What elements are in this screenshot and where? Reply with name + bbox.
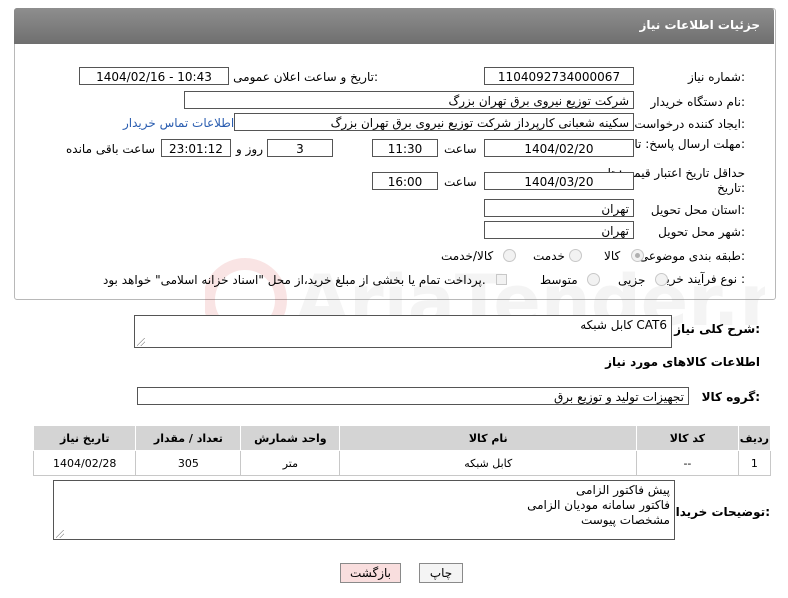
remaining-time-field: 23:01:12 [161, 139, 231, 157]
province-label: استان محل تحویل: [650, 203, 745, 217]
price-validity-date-field: 1404/03/20 [484, 172, 634, 190]
category-label: طبقه بندی موضوعی: [638, 249, 745, 263]
cell-row: 1 [737, 450, 772, 476]
reply-deadline-time-label: ساعت [444, 142, 477, 156]
goods-group-label: گروه کالا: [701, 390, 760, 404]
buyer-notes-label: توضیحات خریدار: [668, 505, 770, 519]
city-field: تهران [484, 221, 634, 239]
buyer-notes-line: فاکتور سامانه مودیان الزامی [527, 498, 670, 512]
description-text: کابل شبکه CAT6 [580, 318, 667, 332]
buyer-notes-line: مشخصات پیوست [580, 513, 670, 527]
reply-deadline-time-field: 11:30 [372, 139, 438, 157]
resize-grip-icon[interactable] [137, 338, 145, 346]
process-radio-medium[interactable] [587, 273, 600, 286]
panel-title: جزئیات اطلاعات نیاز [639, 18, 760, 32]
province-field: تهران [484, 199, 634, 217]
reply-deadline-date-field: 1404/02/20 [484, 139, 634, 157]
treasury-checkbox[interactable] [496, 274, 507, 285]
category-option-service: خدمت [533, 249, 565, 263]
process-option-medium: متوسط [540, 273, 578, 287]
cell-name: کابل شبکه [339, 450, 638, 476]
goods-table-header: ردیف کد کالا نام کالا واحد شمارش تعداد /… [32, 425, 772, 451]
city-label: شهر محل تحویل: [658, 225, 745, 239]
requester-field: سکینه شعبانی کارپرداز شرکت توزیع نیروی ب… [234, 113, 634, 131]
resize-grip-icon[interactable] [56, 530, 64, 538]
process-label: نوع فرآیند خرید : [660, 272, 745, 286]
buyer-org-field: شرکت توزیع نیروی برق تهران بزرگ [184, 91, 634, 109]
col-unit: واحد شمارش [240, 425, 341, 451]
price-validity-time-label: ساعت [444, 175, 477, 189]
need-number-field: 1104092734000067 [484, 67, 634, 85]
description-field: کابل شبکه CAT6 [134, 315, 672, 348]
announce-datetime-label: تاریخ و ساعت اعلان عمومی: [233, 70, 378, 84]
col-need-date: تاریخ نیاز [32, 425, 137, 451]
process-radio-minor[interactable] [655, 273, 668, 286]
announce-datetime-field: 1404/02/16 - 10:43 [79, 67, 229, 85]
col-row: ردیف [737, 425, 772, 451]
col-code: کد کالا [636, 425, 739, 451]
goods-table: ردیف کد کالا نام کالا واحد شمارش تعداد /… [32, 425, 772, 476]
category-radio-goods[interactable] [631, 249, 644, 262]
back-button[interactable]: بازگشت [340, 563, 401, 583]
table-row: 1 -- کابل شبکه متر 305 1404/02/28 [32, 450, 772, 476]
description-label: شرح کلی نیاز: [674, 322, 760, 336]
remaining-time-label: ساعت باقی مانده [66, 142, 156, 156]
col-name: نام کالا [339, 425, 638, 451]
price-validity-time-field: 16:00 [372, 172, 438, 190]
need-number-label: شماره نیاز: [687, 70, 745, 84]
print-button[interactable]: چاپ [419, 563, 463, 583]
process-option-minor: جزیی [618, 273, 646, 287]
treasury-note: پرداخت تمام یا بخشی از مبلغ خرید،از محل … [103, 273, 486, 287]
category-option-goods-service: کالا/خدمت [441, 249, 494, 263]
category-radio-goods-service[interactable] [503, 249, 516, 262]
buyer-notes-field: پیش فاکتور الزامی فاکتور سامانه مودیان ا… [53, 480, 675, 540]
cell-unit: متر [240, 450, 341, 476]
buyer-contact-link[interactable]: اطلاعات تماس خریدار [123, 116, 234, 130]
cell-need-date: 1404/02/28 [32, 450, 137, 476]
goods-section-title: اطلاعات کالاهای مورد نیاز [605, 355, 760, 369]
cell-code: -- [636, 450, 739, 476]
goods-group-field: تجهیزات تولید و توزیع برق [137, 387, 689, 405]
buyer-notes-line: پیش فاکتور الزامی [576, 483, 670, 497]
col-quantity: تعداد / مقدار [135, 425, 242, 451]
panel-header: جزئیات اطلاعات نیاز [14, 8, 774, 44]
reply-days-field: 3 [267, 139, 333, 157]
cell-quantity: 305 [135, 450, 242, 476]
reply-days-label: روز و [236, 142, 263, 156]
requester-label: ایجاد کننده درخواست: [634, 117, 745, 131]
category-radio-service[interactable] [569, 249, 582, 262]
category-option-goods: کالا [604, 249, 621, 263]
buyer-org-label: نام دستگاه خریدار: [650, 95, 746, 109]
